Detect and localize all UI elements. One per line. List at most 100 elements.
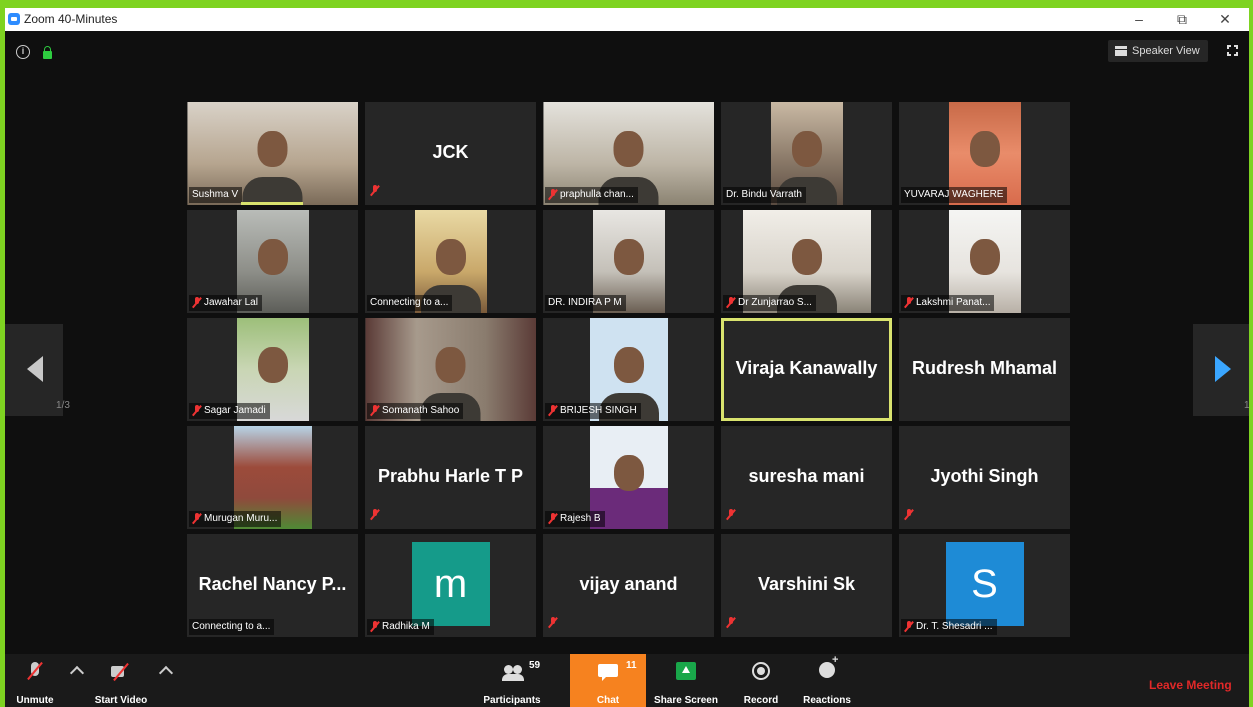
video-tile[interactable]: Dr Zunjarrao S... <box>721 210 892 313</box>
participant-name-large: Varshini Sk <box>757 574 856 594</box>
video-tile[interactable]: JCK <box>365 102 536 205</box>
unmute-button[interactable]: Unmute <box>5 654 65 707</box>
muted-mic-icon <box>370 621 379 632</box>
participant-name-tag: Jawahar Lal <box>189 295 262 311</box>
video-tile[interactable]: Connecting to a... <box>365 210 536 313</box>
share-screen-button[interactable]: Share Screen <box>649 654 723 707</box>
muted-mic-icon <box>723 615 738 633</box>
muted-mic-icon <box>548 405 557 416</box>
participant-name: Somanath Sahoo <box>382 405 460 416</box>
speaking-indicator <box>241 202 303 205</box>
video-tile[interactable]: vijay anand <box>543 534 714 637</box>
participant-name: Sagar Jamadi <box>204 405 266 416</box>
unmute-label: Unmute <box>16 695 54 706</box>
chat-button[interactable]: 11 Chat <box>570 654 646 707</box>
video-tile-active-speaker[interactable]: Viraja Kanawally <box>721 318 892 421</box>
video-tile[interactable]: Dr. Bindu Varrath <box>721 102 892 205</box>
video-tile[interactable]: DR. INDIRA P M <box>543 210 714 313</box>
arrow-left-icon <box>27 356 43 382</box>
video-tile[interactable]: m Radhika M <box>365 534 536 637</box>
video-tile[interactable]: S Dr. T. Shesadri ... <box>899 534 1070 637</box>
participant-name-large: vijay anand <box>579 574 678 594</box>
participant-name-large: Jyothi Singh <box>930 466 1039 486</box>
muted-mic-icon <box>25 662 45 680</box>
video-tile[interactable]: Prabhu Harle T P <box>365 426 536 529</box>
participant-name: praphulla chan... <box>560 189 634 200</box>
video-tile[interactable]: BRIJESH SINGH <box>543 318 714 421</box>
muted-mic-icon <box>548 513 557 524</box>
participant-name-large: suresha mani <box>748 466 865 486</box>
speaker-view-icon <box>1115 46 1127 56</box>
participant-name: DR. INDIRA P M <box>545 295 626 311</box>
video-tile[interactable]: suresha mani <box>721 426 892 529</box>
minimize-button[interactable]: – <box>1119 10 1159 29</box>
participants-icon <box>502 662 524 681</box>
video-tile[interactable]: Rudresh Mhamal <box>899 318 1070 421</box>
video-tile[interactable]: Jyothi Singh <box>899 426 1070 529</box>
muted-mic-icon <box>904 621 913 632</box>
video-tile[interactable]: Jawahar Lal <box>187 210 358 313</box>
speaker-view-label: Speaker View <box>1132 45 1200 57</box>
video-tile[interactable]: praphulla chan... <box>543 102 714 205</box>
record-label: Record <box>743 695 779 706</box>
participant-name-tag: Murugan Muru... <box>189 511 282 527</box>
participant-name: Sushma V <box>189 187 243 203</box>
meeting-info-icon[interactable]: i <box>16 45 30 59</box>
video-tile[interactable]: Sagar Jamadi <box>187 318 358 421</box>
fullscreen-icon[interactable] <box>1226 44 1239 57</box>
participant-name-large: Rudresh Mhamal <box>911 358 1058 378</box>
page-indicator-left: 1/3 <box>56 400 70 411</box>
muted-mic-icon <box>192 297 201 308</box>
video-options-chevron-icon[interactable] <box>158 665 174 681</box>
meeting-toolbar: Unmute Start Video 59 Participants 11 Ch… <box>5 654 1249 707</box>
participant-name: Jawahar Lal <box>204 297 258 308</box>
participant-name-tag: Rajesh B <box>545 511 605 527</box>
participant-name-tag: Sagar Jamadi <box>189 403 270 419</box>
arrow-right-icon <box>1215 356 1231 382</box>
encryption-lock-icon[interactable] <box>43 46 52 59</box>
speaker-view-button[interactable]: Speaker View <box>1108 40 1208 62</box>
muted-mic-icon <box>367 507 382 525</box>
muted-mic-icon <box>901 507 916 525</box>
participant-name: Connecting to a... <box>367 295 453 311</box>
chat-label: Chat <box>596 695 620 706</box>
muted-mic-icon <box>370 405 379 416</box>
leave-meeting-button[interactable]: Leave Meeting <box>1149 678 1232 692</box>
video-tile[interactable]: YUVARAJ WAGHERE <box>899 102 1070 205</box>
video-grid: Sushma V JCK praphulla chan... Dr. Bindu… <box>187 102 1070 637</box>
participants-button[interactable]: 59 Participants <box>475 654 549 707</box>
video-tile[interactable]: Rajesh B <box>543 426 714 529</box>
muted-mic-icon <box>548 189 557 200</box>
reactions-label: Reactions <box>803 695 851 706</box>
next-page-button[interactable]: 1/3 <box>1193 324 1249 416</box>
video-tile[interactable]: Lakshmi Panat... <box>899 210 1070 313</box>
video-tile[interactable]: Rachel Nancy P... Connecting to a... <box>187 534 358 637</box>
restore-button[interactable]: ⧉ <box>1162 10 1202 29</box>
muted-mic-icon <box>367 183 382 201</box>
video-tile[interactable]: Somanath Sahoo <box>365 318 536 421</box>
participant-name: Murugan Muru... <box>204 513 278 524</box>
reactions-icon <box>819 654 838 678</box>
participant-name: Radhika M <box>382 621 430 632</box>
video-off-icon <box>111 662 131 680</box>
participant-name: YUVARAJ WAGHERE <box>901 187 1008 203</box>
video-tile[interactable]: Varshini Sk <box>721 534 892 637</box>
muted-mic-icon <box>545 615 560 633</box>
video-tile[interactable]: Sushma V <box>187 102 358 205</box>
previous-page-button[interactable]: 1/3 <box>5 324 70 416</box>
start-video-button[interactable]: Start Video <box>85 654 157 707</box>
avatar: m <box>411 542 490 626</box>
audio-options-chevron-icon[interactable] <box>69 665 85 681</box>
participant-name-large: Prabhu Harle T P <box>377 466 524 486</box>
participant-name-large: Rachel Nancy P... <box>198 574 347 594</box>
participant-name-tag: Dr. T. Shesadri ... <box>901 619 997 635</box>
reactions-button[interactable]: Reactions <box>797 654 857 707</box>
share-screen-label: Share Screen <box>654 695 718 706</box>
participant-name-large: Viraja Kanawally <box>735 358 878 378</box>
muted-mic-icon <box>192 405 201 416</box>
avatar: S <box>945 542 1024 626</box>
record-button[interactable]: Record <box>733 654 789 707</box>
participant-name-tag: Somanath Sahoo <box>367 403 464 419</box>
close-button[interactable]: ✕ <box>1205 10 1245 29</box>
video-tile[interactable]: Murugan Muru... <box>187 426 358 529</box>
